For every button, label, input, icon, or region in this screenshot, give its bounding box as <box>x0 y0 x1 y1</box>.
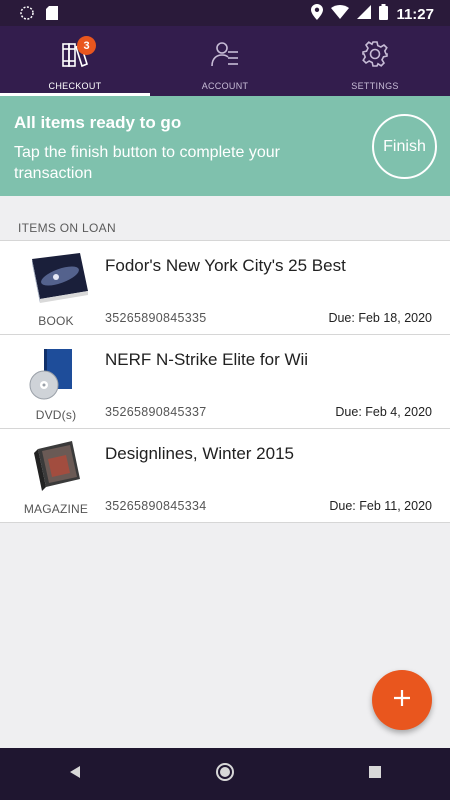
item-due-date: Due: Feb 11, 2020 <box>329 499 432 513</box>
status-bar: 11:27 <box>0 0 450 26</box>
tab-settings-label: SETTINGS <box>351 81 399 91</box>
tab-account[interactable]: ACCOUNT <box>150 26 300 96</box>
finish-button[interactable]: Finish <box>372 114 437 179</box>
notification-dot-icon <box>20 6 34 25</box>
section-header: ITEMS ON LOAN <box>18 221 116 235</box>
sd-card-icon <box>46 6 58 25</box>
tab-settings[interactable]: SETTINGS <box>300 26 450 96</box>
add-item-button[interactable] <box>372 670 432 730</box>
list-item[interactable]: DVD(s) NERF N-Strike Elite for Wii 35265… <box>0 335 450 429</box>
gear-icon <box>361 40 389 73</box>
wifi-icon <box>331 5 350 24</box>
banner-title: All items ready to go <box>14 113 182 132</box>
item-title: NERF N-Strike Elite for Wii <box>105 350 309 369</box>
list-item[interactable]: MAGAZINE Designlines, Winter 2015 352658… <box>0 429 450 523</box>
user-list-icon <box>211 40 239 73</box>
system-nav-bar <box>0 748 450 800</box>
item-type: DVD(s) <box>35 408 77 422</box>
magazine-icon <box>22 439 92 499</box>
book-icon <box>22 251 92 311</box>
banner-text: Tap the finish button to complete your t… <box>14 144 280 182</box>
tab-account-label: ACCOUNT <box>201 81 249 91</box>
battery-icon <box>379 4 389 25</box>
item-title: Fodor's New York City's 25 Best <box>105 256 346 275</box>
home-button[interactable] <box>195 748 255 800</box>
back-triangle-icon <box>68 765 82 784</box>
location-icon <box>311 4 324 25</box>
items-list: BOOK Fodor's New York City's 25 Best 352… <box>0 240 450 523</box>
recents-square-icon <box>368 765 382 784</box>
item-barcode: 35265890845335 <box>105 311 207 325</box>
checkout-count-badge: 3 <box>77 36 96 55</box>
dvd-icon <box>22 345 92 405</box>
item-due-date: Due: Feb 18, 2020 <box>328 311 432 325</box>
item-type: MAGAZINE <box>23 502 89 516</box>
item-type: BOOK <box>38 314 74 328</box>
list-item[interactable]: BOOK Fodor's New York City's 25 Best 352… <box>0 241 450 335</box>
plus-icon <box>392 688 412 713</box>
tab-bar: 3 CHECKOUT ACCOUNT SETTINGS <box>0 26 450 96</box>
tab-checkout[interactable]: 3 CHECKOUT <box>0 26 150 96</box>
recents-button[interactable] <box>345 748 405 800</box>
tab-checkout-label: CHECKOUT <box>48 81 102 91</box>
status-time: 11:27 <box>396 6 434 23</box>
home-circle-icon <box>215 762 235 787</box>
cellular-icon <box>357 5 372 24</box>
back-button[interactable] <box>45 748 105 800</box>
item-barcode: 35265890845337 <box>105 405 207 419</box>
item-title: Designlines, Winter 2015 <box>105 444 294 463</box>
item-due-date: Due: Feb 4, 2020 <box>335 405 432 419</box>
item-barcode: 35265890845334 <box>105 499 207 513</box>
